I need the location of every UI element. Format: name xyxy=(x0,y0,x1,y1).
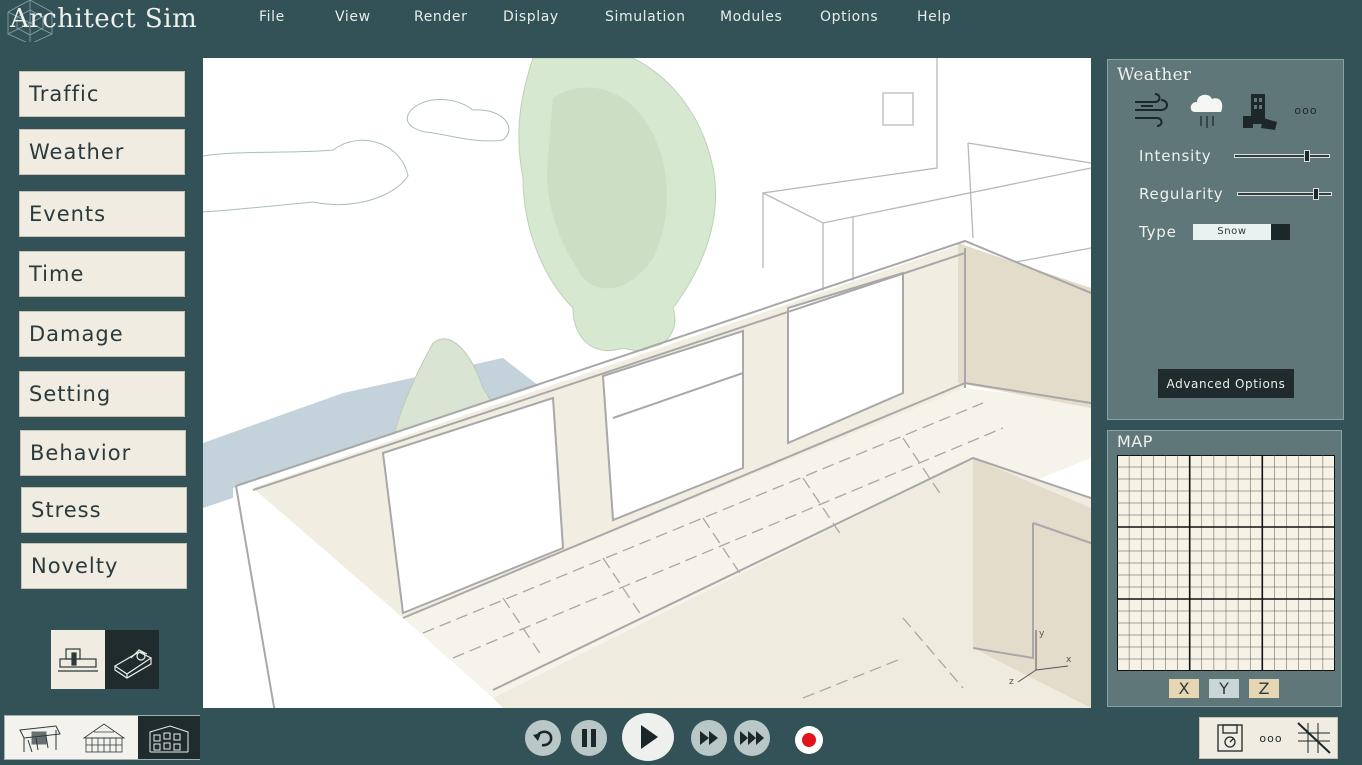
more-tools-button[interactable]: ooo xyxy=(1256,718,1286,758)
category-label: Behavior xyxy=(30,441,132,465)
axis-label-x: x xyxy=(1066,655,1072,665)
rewind-icon xyxy=(533,730,553,747)
grid-measure-icon xyxy=(1297,722,1331,754)
more-weather-button[interactable]: ooo xyxy=(1288,88,1324,132)
interior-sketch-icon xyxy=(19,724,61,752)
axis-label-y: y xyxy=(1039,629,1045,639)
regularity-label: Regularity xyxy=(1139,185,1224,203)
record-icon xyxy=(802,733,816,747)
intensity-label: Intensity xyxy=(1139,147,1212,165)
category-label: Novelty xyxy=(31,554,119,578)
menu-view[interactable]: View xyxy=(335,9,371,25)
view-thumbnails xyxy=(4,715,200,760)
isometric-icon xyxy=(113,648,153,679)
isometric-view-button[interactable] xyxy=(105,630,159,689)
type-label: Type xyxy=(1139,223,1177,241)
tool-strip: ooo xyxy=(1199,717,1338,759)
pause-button[interactable] xyxy=(571,720,607,756)
axis-y-button[interactable]: Y xyxy=(1209,679,1239,698)
app-logo: Architect Sim xyxy=(4,0,204,42)
axis-z-button[interactable]: Z xyxy=(1249,679,1279,698)
section-view-button[interactable] xyxy=(51,630,105,689)
map-panel: MAP X Y Z xyxy=(1107,430,1342,707)
section-icon xyxy=(58,647,98,672)
fast-forward-icon xyxy=(700,731,718,745)
interior-view-button[interactable] xyxy=(5,716,71,759)
save-button[interactable] xyxy=(1210,718,1250,758)
category-setting[interactable]: Setting xyxy=(19,371,185,417)
category-label: Time xyxy=(29,262,85,286)
building-damage-icon xyxy=(1243,94,1277,130)
snow-button[interactable] xyxy=(1186,88,1228,132)
play-icon xyxy=(641,725,658,749)
axis-x-button[interactable]: X xyxy=(1169,679,1199,698)
category-label: Damage xyxy=(29,322,124,346)
category-weather[interactable]: Weather xyxy=(19,129,185,175)
category-behavior[interactable]: Behavior xyxy=(20,430,186,476)
save-disk-icon xyxy=(1217,724,1243,752)
record-button[interactable] xyxy=(795,726,823,754)
slider-track xyxy=(1234,154,1330,158)
side-wall xyxy=(958,243,1091,408)
advanced-options-button[interactable]: Advanced Options xyxy=(1158,369,1294,398)
pause-icon xyxy=(582,729,596,747)
snow-cloud-icon xyxy=(1190,94,1223,128)
regularity-slider[interactable] xyxy=(1237,188,1332,200)
more-icon: ooo xyxy=(1294,103,1318,117)
weather-panel: Weather ooo Intensity Regularity Type Sn… xyxy=(1107,59,1344,420)
menu-render[interactable]: Render xyxy=(414,9,467,25)
menu-file[interactable]: File xyxy=(259,9,285,25)
category-events[interactable]: Events xyxy=(19,191,185,237)
cloud-outline xyxy=(406,98,510,142)
facade-sketch-icon xyxy=(149,724,189,752)
category-novelty[interactable]: Novelty xyxy=(21,543,187,589)
cloud-outline xyxy=(203,139,409,213)
view-mode-toggle xyxy=(51,630,159,689)
category-label: Weather xyxy=(29,140,125,164)
menu-options[interactable]: Options xyxy=(820,9,878,25)
slider-thumb[interactable] xyxy=(1304,150,1311,162)
category-traffic[interactable]: Traffic xyxy=(19,71,185,117)
intensity-slider[interactable] xyxy=(1234,150,1330,162)
wind-button[interactable] xyxy=(1130,88,1172,132)
damage-button[interactable] xyxy=(1238,88,1280,132)
category-damage[interactable]: Damage xyxy=(19,311,185,357)
more-icon: ooo xyxy=(1259,731,1283,745)
axis-label-z: z xyxy=(1009,677,1014,687)
type-value: Snow xyxy=(1193,224,1271,240)
faster-forward-icon xyxy=(740,731,764,745)
play-button[interactable] xyxy=(622,713,674,761)
app-title: Architect Sim xyxy=(10,4,198,34)
faster-forward-button[interactable] xyxy=(734,720,770,756)
map-grid[interactable] xyxy=(1117,455,1335,671)
structure-sketch-icon xyxy=(82,723,126,752)
facade-view-button[interactable] xyxy=(138,716,200,759)
building-scene: y x z xyxy=(203,58,1091,708)
wind-icon xyxy=(1135,93,1168,127)
menu-help[interactable]: Help xyxy=(917,9,951,25)
dropdown-arrow-icon[interactable] xyxy=(1271,224,1290,240)
category-time[interactable]: Time xyxy=(19,251,185,297)
rewind-button[interactable] xyxy=(525,720,561,756)
category-stress[interactable]: Stress xyxy=(21,487,187,533)
grid-measure-button[interactable] xyxy=(1294,718,1334,758)
category-label: Stress xyxy=(31,498,102,522)
panel-title: Weather xyxy=(1117,65,1192,85)
fast-forward-button[interactable] xyxy=(691,720,727,756)
menu-display[interactable]: Display xyxy=(503,9,559,25)
slider-thumb[interactable] xyxy=(1312,188,1319,200)
panel-title: MAP xyxy=(1117,432,1153,451)
weather-type-select[interactable]: Snow xyxy=(1193,224,1290,240)
scene-viewport[interactable]: y x z xyxy=(203,58,1091,708)
menu-simulation[interactable]: Simulation xyxy=(605,9,686,25)
category-label: Events xyxy=(29,202,107,226)
structure-view-button[interactable] xyxy=(71,716,137,759)
category-label: Traffic xyxy=(29,82,100,106)
category-label: Setting xyxy=(29,382,112,406)
menu-modules[interactable]: Modules xyxy=(720,9,782,25)
